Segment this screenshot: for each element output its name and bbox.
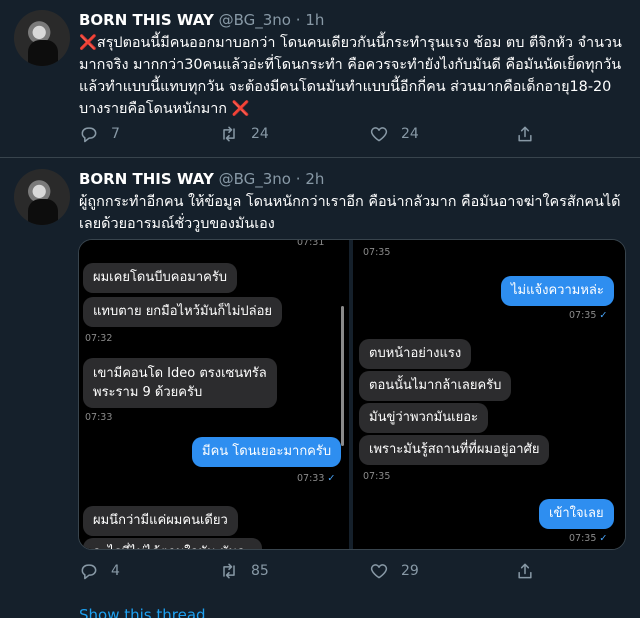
like-button[interactable]: 24	[369, 124, 419, 144]
chat-bubble-outgoing: มีคน โดนเยอะมากครับ	[192, 437, 342, 467]
chat-bubble-incoming: ผมเคยโดนบีบคอมาครับ	[83, 263, 238, 293]
timestamp[interactable]: 2h	[305, 170, 324, 188]
retweet-icon	[223, 563, 235, 579]
reply-count: 7	[111, 126, 120, 142]
check-icon: ✓	[327, 473, 336, 484]
chat-bubble-incoming: แทบตาย ยกมือไหว้มันก็ไม่ปล่อย	[83, 297, 283, 327]
x-mark-icon: ❌	[79, 35, 97, 51]
handle[interactable]: @BG_3no	[219, 11, 291, 29]
message-time: 07:32	[85, 333, 113, 344]
message-time: 07:33	[297, 473, 325, 484]
chat-bubble-incoming: อะไรที่ไม่ได้ตามใจมัน มันจะ	[83, 538, 262, 549]
check-icon: ✓	[599, 533, 608, 544]
like-count: 29	[401, 563, 419, 579]
message-time-read: 07:33 ✓	[297, 473, 335, 484]
chat-bubble-outgoing: ไม่แจ้งความหล่ะ	[501, 276, 614, 306]
chat-screenshot-left: 07:31 ผมเคยโดนบีบคอมาครับ แทบตาย ยกมือไห…	[79, 240, 349, 549]
message-time: 07:31	[297, 240, 325, 248]
share-icon	[518, 563, 532, 579]
action-bar: 4 85 29	[79, 561, 579, 583]
reply-button[interactable]: 7	[79, 124, 120, 144]
chat-bubble-incoming: ตบหน้าอย่างแรง	[359, 339, 472, 369]
reply-icon	[81, 127, 97, 143]
avatar[interactable]	[14, 169, 70, 225]
message-time: 07:35	[569, 533, 597, 544]
action-bar: 7 24 24	[79, 124, 579, 146]
chat-bubble-incoming: ตอนนั้นไมากล้าเลยครับ	[359, 371, 512, 401]
retweet-count: 85	[251, 563, 269, 579]
tweet-2[interactable]: BORN THIS WAY @BG_3no · 2h ผู้ถูกกระทำอี…	[0, 159, 640, 618]
reply-count: 4	[111, 563, 120, 579]
tweet-text: ผู้ถูกกระทำอีกคน ให้ข้อมูล โดนหนักกว่าเร…	[79, 194, 621, 232]
like-icon	[370, 127, 388, 142]
message-time-read: 07:35 ✓	[569, 533, 607, 544]
handle[interactable]: @BG_3no	[219, 170, 291, 188]
avatar[interactable]	[14, 10, 70, 66]
check-icon: ✓	[599, 310, 608, 321]
reply-icon	[81, 564, 97, 580]
chat-bubble-incoming: ผมนึกว่ามีแค่ผมคนเดียว	[83, 506, 238, 536]
retweet-button[interactable]: 24	[219, 124, 269, 144]
tweet-text: ❌สรุปตอนนี้มีคนออกมาบอกว่า โดนคนเดียวกัน…	[79, 32, 631, 120]
separator: ·	[295, 11, 301, 29]
chat-bubble-incoming: เขามีคอนโด Ideo ตรงเซนทรัล พระราม 9 ด้วย…	[83, 358, 277, 408]
chat-bubble-incoming: เพราะมันรู้สถานที่ที่ผมอยู่อาศัย	[359, 435, 550, 465]
message-time: 07:33	[85, 412, 113, 423]
chat-bubble-line: พระราม 9 ด้วยครับ	[93, 385, 203, 400]
chat-bubble-incoming: มันขู่ว่าพวกมันเยอะ	[359, 403, 488, 433]
chat-bubble-line: เขามีคอนโด Ideo ตรงเซนทรัล	[93, 366, 267, 381]
share-icon	[518, 126, 532, 142]
like-button[interactable]: 29	[369, 561, 419, 581]
reply-button[interactable]: 4	[79, 561, 120, 581]
chat-screenshot-right: 07:35 ไม่แจ้งความหล่ะ 07:35 ✓ ตบหน้าอย่า…	[353, 240, 625, 549]
show-thread-link[interactable]: Show this thread	[79, 606, 206, 618]
display-name[interactable]: BORN THIS WAY	[79, 170, 214, 188]
message-time: 07:35	[569, 310, 597, 321]
tweet-media-image[interactable]: 07:31 ผมเคยโดนบีบคอมาครับ แทบตาย ยกมือไห…	[78, 239, 626, 550]
retweet-icon	[223, 126, 235, 142]
tweet-header: BORN THIS WAY @BG_3no · 1h	[79, 11, 324, 31]
retweet-button[interactable]: 85	[219, 561, 269, 581]
like-count: 24	[401, 126, 419, 142]
separator: ·	[295, 170, 301, 188]
chat-bubble-outgoing: เข้าใจเลย	[539, 499, 614, 529]
share-button[interactable]	[515, 561, 547, 581]
share-button[interactable]	[515, 124, 547, 144]
message-time: 07:35	[363, 471, 391, 482]
timestamp[interactable]: 1h	[305, 11, 324, 29]
scrollbar	[341, 306, 344, 446]
tweet-1[interactable]: BORN THIS WAY @BG_3no · 1h ❌สรุปตอนนี้มี…	[0, 0, 640, 158]
x-mark-icon: ❌	[231, 101, 250, 117]
message-time: 07:35	[363, 247, 391, 258]
message-time-read: 07:35 ✓	[569, 310, 607, 321]
tweet-body: สรุปตอนนี้มีคนออกมาบอกว่า โดนคนเดียวกันน…	[79, 35, 622, 117]
display-name[interactable]: BORN THIS WAY	[79, 11, 214, 29]
like-icon	[370, 564, 388, 579]
retweet-count: 24	[251, 126, 269, 142]
tweet-header: BORN THIS WAY @BG_3no · 2h	[79, 170, 324, 190]
